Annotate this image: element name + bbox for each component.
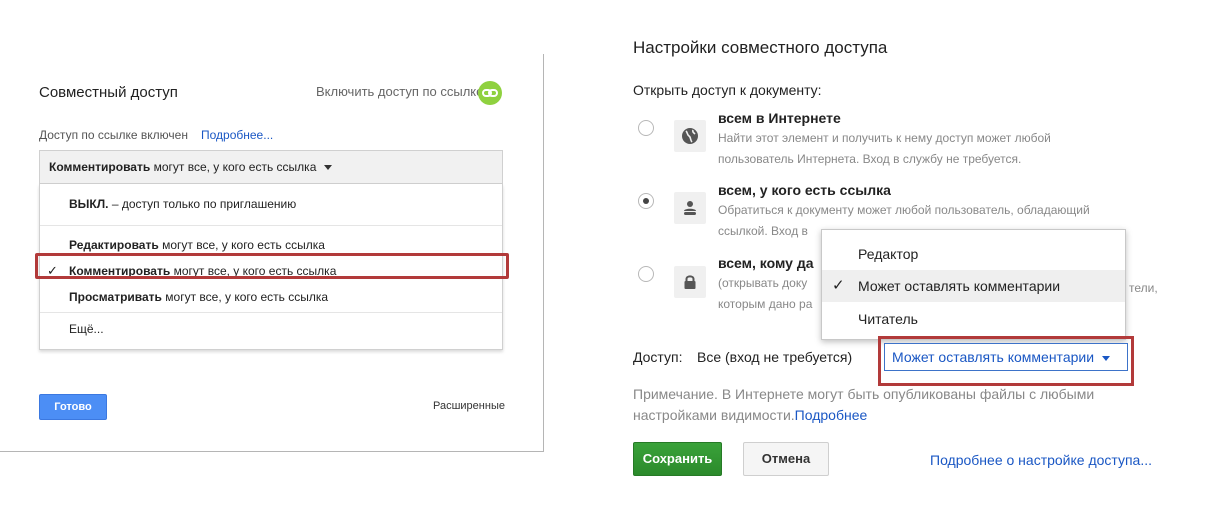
check-icon: ✓ [832,277,845,294]
check-icon: ✓ [47,263,58,278]
menu-item-view-rest: могут все, у кого есть ссылка [161,290,329,304]
menu-item-off[interactable]: ВЫКЛ. – доступ только по приглашению [69,197,296,211]
option-desc: пользователь Интернета. Вход в службу не… [718,152,1022,166]
lock-icon [674,266,706,298]
chevron-down-icon [324,165,333,171]
menu-item-editor[interactable]: Редактор [858,246,918,262]
menu-item-more[interactable]: Ещё... [69,322,104,336]
radio-public[interactable] [638,120,654,136]
open-access-label: Открыть доступ к документу: [633,82,822,98]
menu-item-view-bold: Просматривать [69,290,162,304]
select-value-rest: могут все, у кого есть ссылка [150,160,317,174]
option-desc: (открывать доку [718,276,808,290]
option-title: всем, у кого есть ссылка [718,182,891,198]
note-learn-more-link[interactable]: Подробнее [795,407,868,423]
permission-menu: Редактор ✓ Может оставлять комментарии Ч… [821,229,1126,340]
access-settings-link[interactable]: Подробнее о настройке доступа... [930,452,1152,468]
access-value: Все (вход не требуется) [697,349,853,365]
save-button[interactable]: Сохранить [633,442,722,476]
link-access-select[interactable]: Комментировать могут все, у кого есть сс… [39,150,503,184]
select-value-bold: Комментировать [49,160,151,174]
chevron-down-icon [1102,355,1111,361]
option-desc: Найти этот элемент и получить к нему дос… [718,131,1051,145]
menu-item-commenter[interactable]: Может оставлять комментарии [858,278,1060,294]
sharing-settings-right: Настройки совместного доступа Открыть до… [591,0,1216,509]
menu-item-comment-rest: могут все, у кого есть ссылка [170,264,337,278]
link-access-menu: ВЫКЛ. – доступ только по приглашению Ред… [39,184,503,350]
option-specific-people: всем, кому да (открывать доку которым да… [718,255,814,315]
menu-item-viewer[interactable]: Читатель [858,311,918,327]
option-desc-tail: тели, [1129,281,1158,295]
link-status-text: Доступ по ссылке включен [39,128,188,142]
menu-divider [40,225,502,226]
permission-select[interactable]: Может оставлять комментарии [884,343,1128,371]
visibility-note: Примечание. В Интернете могут быть опубл… [633,384,1123,426]
menu-item-edit[interactable]: Редактировать могут все, у кого есть ссы… [69,238,325,252]
link-icon[interactable] [478,81,502,105]
enable-link-sharing-label[interactable]: Включить доступ по ссылке [316,84,483,99]
sharing-dialog-left: Совместный доступ Включить доступ по ссы… [0,54,544,452]
option-title: всем, кому да [718,255,814,271]
person-link-icon [674,192,706,224]
menu-item-off-bold: ВЫКЛ. [69,197,109,211]
option-desc: Обратиться к документу может любой польз… [718,203,1090,217]
menu-item-edit-bold: Редактировать [69,238,159,252]
permission-select-value: Может оставлять комментарии [892,349,1095,365]
dialog-title: Совместный доступ [39,84,178,101]
advanced-link[interactable]: Расширенные [433,400,505,412]
radio-specific-people[interactable] [638,266,654,282]
cancel-button[interactable]: Отмена [743,442,829,476]
globe-icon [674,120,706,152]
menu-item-comment-bold: Комментировать [69,264,171,278]
menu-item-view[interactable]: Просматривать могут все, у кого есть ссы… [69,290,328,304]
radio-anyone-with-link[interactable] [638,193,654,209]
option-title: всем в Интернете [718,110,841,126]
option-desc: которым дано ра [718,297,813,311]
done-button[interactable]: Готово [39,394,107,420]
learn-more-link[interactable]: Подробнее... [201,128,273,142]
menu-item-comment[interactable]: Комментировать могут все, у кого есть сс… [69,264,336,278]
access-label: Доступ: [633,349,683,365]
option-public: всем в Интернете Найти этот элемент и по… [718,110,1051,170]
dialog-title: Настройки совместного доступа [633,38,888,57]
menu-item-off-rest: – доступ только по приглашению [108,197,297,211]
menu-divider [40,312,502,313]
menu-item-edit-rest: могут все, у кого есть ссылка [158,238,325,252]
